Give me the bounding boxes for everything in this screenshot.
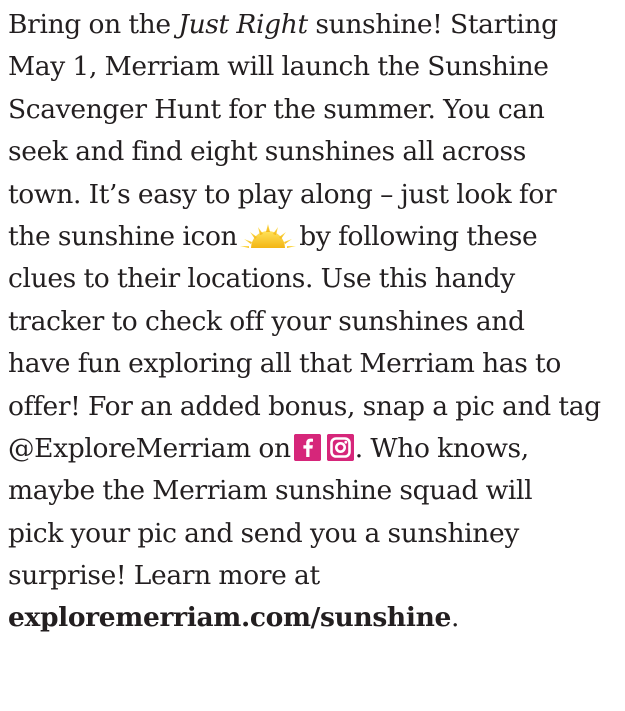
line-5: town. It’s easy to play along – just loo… xyxy=(8,178,557,210)
line-6: the sunshine icon by following these xyxy=(8,216,625,258)
instagram-icon[interactable] xyxy=(326,433,354,461)
line-1: Bring on the Just Right sunshine! Starti… xyxy=(8,4,625,46)
text-run: by following these xyxy=(299,220,538,252)
italic-phrase: Just Right xyxy=(178,9,308,40)
line-10: offer! For an added bonus, snap a pic an… xyxy=(8,390,601,422)
text-run: sunshine! Starting xyxy=(307,9,558,40)
text-run: @ExploreMerriam on xyxy=(8,432,291,464)
line-15: exploremerriam.com/sunshine. xyxy=(8,597,625,639)
line-8: tracker to check off your sunshines and xyxy=(8,305,525,337)
line-13: pick your pic and send you a sunshiney xyxy=(8,517,519,549)
line-9: have fun exploring all that Merriam has … xyxy=(8,348,561,380)
line-4: seek and find eight sunshines all across xyxy=(8,136,526,168)
line-2: May 1, Merriam will launch the Sunshine xyxy=(8,51,549,83)
document-page: Bring on the Just Right sunshine! Starti… xyxy=(0,0,625,711)
body-paragraph: Bring on the Just Right sunshine! Starti… xyxy=(8,4,625,640)
text-run: Bring on the xyxy=(8,9,179,40)
line-12: maybe the Merriam sunshine squad will xyxy=(8,475,533,507)
sunshine-website-link[interactable]: exploremerriam.com/sunshine xyxy=(8,602,451,633)
sunshine-icon xyxy=(240,223,297,248)
text-run: . Who knows, xyxy=(354,432,529,464)
facebook-icon[interactable] xyxy=(293,433,321,461)
text-run: . xyxy=(451,602,460,634)
line-3: Scavenger Hunt for the summer. You can xyxy=(8,93,545,125)
text-run: the sunshine icon xyxy=(8,220,238,252)
line-7: clues to their locations. Use this handy xyxy=(8,263,515,295)
line-11: @ExploreMerriam on . Who knows, xyxy=(8,428,625,470)
line-14: surprise! Learn more at xyxy=(8,560,320,592)
